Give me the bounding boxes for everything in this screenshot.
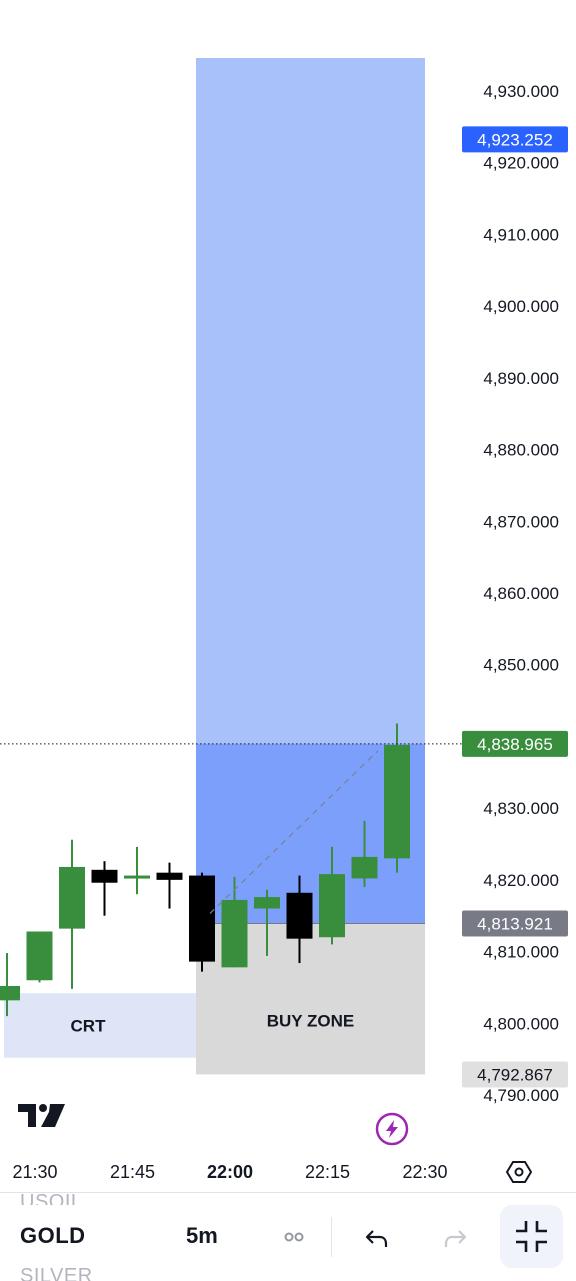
price-tick-label: 4,900.000 (483, 297, 559, 316)
indicators-icon[interactable] (282, 1225, 306, 1249)
price-tick-label: 4,850.000 (483, 656, 559, 675)
candle (59, 839, 85, 989)
lightning-icon[interactable] (375, 1112, 409, 1146)
interval-button[interactable]: 5m (186, 1223, 218, 1249)
price-tick-label: 4,910.000 (483, 225, 559, 244)
time-tick-label: 21:30 (12, 1162, 57, 1182)
bottom-toolbar: USOIL GOLD SILVER 5m (0, 1189, 576, 1281)
candle-body (26, 931, 53, 981)
candle-body (351, 856, 378, 879)
time-tick-label: 22:30 (402, 1162, 447, 1182)
price-tag-value: 4,838.965 (477, 735, 553, 754)
price-tick-label: 4,890.000 (483, 369, 559, 388)
exit-fullscreen-icon (516, 1221, 547, 1252)
candle-body (91, 869, 118, 883)
symbol-next[interactable]: SILVER (20, 1261, 93, 1281)
redo-icon[interactable] (442, 1225, 468, 1251)
price-tick-label: 4,930.000 (483, 82, 559, 101)
candle (156, 862, 183, 909)
price-tick-label: 4,800.000 (483, 1014, 559, 1033)
price-tag[interactable]: 4,813.921 (462, 910, 568, 937)
price-tag[interactable]: 4,923.252 (462, 126, 568, 153)
candle-body (286, 892, 313, 939)
buy-zone-label: BUY ZONE (267, 1011, 355, 1030)
candle (384, 723, 410, 873)
candle-body (221, 899, 248, 968)
price-tag-value: 4,813.921 (477, 914, 553, 933)
symbol-current[interactable]: GOLD (20, 1223, 86, 1249)
candle-body (156, 872, 183, 880)
price-tag[interactable]: 4,792.867 (462, 1061, 568, 1088)
exit-fullscreen-button[interactable] (500, 1205, 563, 1268)
candle (124, 846, 150, 895)
price-tick-label: 4,880.000 (483, 441, 559, 460)
price-tick-label: 4,810.000 (483, 943, 559, 962)
candle-body (254, 897, 280, 909)
price-tick-label: 4,830.000 (483, 799, 559, 818)
price-axis[interactable]: 4,930.000 4,920.000 4,910.000 4,900.000 4,89… (462, 82, 568, 1105)
time-tick-label: 22:00 (207, 1162, 253, 1182)
time-tick-label: 22:15 (305, 1162, 350, 1182)
time-axis[interactable]: 21:30 21:45 22:00 22:15 22:30 (12, 1162, 447, 1182)
candle (91, 861, 118, 916)
symbol-prev[interactable]: USOIL (20, 1189, 83, 1205)
candle-body (0, 985, 20, 1001)
candle (189, 872, 215, 972)
candle-body (384, 745, 410, 859)
price-chart[interactable]: BUY ZONECRT 4,930.0004,920.0004,910.0004… (0, 0, 576, 1192)
price-tag-value: 4,923.252 (477, 130, 553, 149)
candle-body (59, 866, 85, 929)
price-tick-label: 4,860.000 (483, 584, 559, 603)
tradingview-logo (18, 1104, 65, 1127)
candle-body (124, 875, 150, 879)
candle-body (189, 875, 215, 962)
toolbar-divider (331, 1217, 332, 1257)
candle-body (319, 874, 345, 938)
price-tag[interactable]: 4,838.965 (462, 730, 568, 757)
time-tick-label: 21:45 (110, 1162, 155, 1182)
candle (26, 931, 53, 983)
undo-icon[interactable] (364, 1225, 390, 1251)
crt-label: CRT (71, 1016, 107, 1035)
price-tick-label: 4,870.000 (483, 512, 559, 531)
price-tag-value: 4,792.867 (477, 1065, 553, 1084)
price-tick-label: 4,920.000 (483, 154, 559, 173)
price-tick-label: 4,790.000 (483, 1086, 559, 1105)
price-tick-label: 4,820.000 (483, 871, 559, 890)
settings-hexagon-icon[interactable] (505, 1161, 533, 1183)
